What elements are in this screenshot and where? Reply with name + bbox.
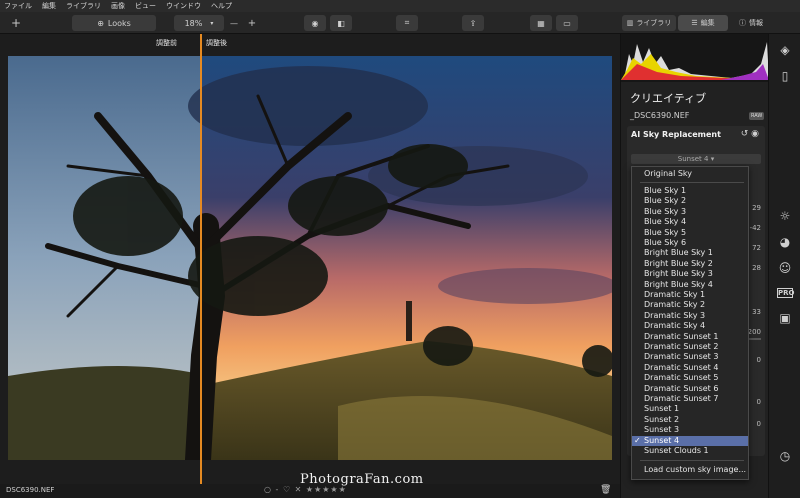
sky-select[interactable]: Sunset 4 ▾ xyxy=(631,154,761,164)
undo-icon[interactable]: ↺ xyxy=(741,129,749,139)
sky-option[interactable]: Bright Blue Sky 4 xyxy=(632,280,748,290)
sky-option-label: Sunset 4 xyxy=(644,435,680,445)
slider-track[interactable] xyxy=(747,338,761,340)
tab-edit[interactable]: ☰ 編集 xyxy=(678,15,728,31)
sky-option[interactable]: Dramatic Sunset 7 xyxy=(632,394,748,404)
sky-option[interactable]: Dramatic Sunset 5 xyxy=(632,373,748,383)
layers-icon[interactable]: ◈ xyxy=(777,42,793,58)
menu-view[interactable]: ビュー xyxy=(135,1,156,11)
sky-option[interactable]: Blue Sky 3 xyxy=(632,207,748,217)
tab-library[interactable]: ▥ ライブラリ xyxy=(622,15,676,31)
tab-library-label: ライブラリ xyxy=(636,19,672,27)
looks-button[interactable]: ⊕ Looks xyxy=(72,15,156,31)
raw-badge: RAW xyxy=(749,112,765,120)
grid-view-icon[interactable]: ▦ xyxy=(530,15,552,31)
sky-option[interactable]: Dramatic Sunset 2 xyxy=(632,342,748,352)
share-icon[interactable]: ⇪ xyxy=(462,15,484,31)
menu-separator xyxy=(640,182,744,183)
sky-option[interactable]: Blue Sky 2 xyxy=(632,196,748,206)
sky-option[interactable]: Blue Sky 6 xyxy=(632,238,748,248)
sun-icon[interactable]: ☼ xyxy=(777,208,793,224)
palette-icon[interactable]: ◕ xyxy=(777,234,793,250)
visibility-icon[interactable]: ◉ xyxy=(751,129,759,139)
load-custom-sky[interactable]: Load custom sky image... xyxy=(632,465,748,475)
sky-option[interactable]: Dramatic Sunset 3 xyxy=(632,352,748,362)
chevron-down-icon: ▾ xyxy=(710,155,715,163)
sky-option[interactable]: Sunset Clouds 1 xyxy=(632,446,748,456)
sliders-icon: ☰ xyxy=(691,19,698,27)
menu-image[interactable]: 画像 xyxy=(111,1,125,11)
pro-icon[interactable]: PRO xyxy=(777,288,794,298)
eye-icon[interactable]: ◉ xyxy=(304,15,326,31)
filename-label: DSC6390.NEF xyxy=(6,486,55,494)
photo-preview[interactable] xyxy=(8,56,612,460)
sky-option[interactable]: Dramatic Sky 1 xyxy=(632,290,748,300)
sky-option-selected[interactable]: ✓ Sunset 4 xyxy=(632,435,748,446)
toolbar: + ⊕ Looks 18% ▾ — + ◉ ◧ ⌗ ⇪ ▦ ▭ ▥ ライブラリ … xyxy=(0,12,800,34)
histogram xyxy=(621,34,769,82)
sky-dropdown-menu: Original Sky Blue Sky 1 Blue Sky 2 Blue … xyxy=(631,166,749,480)
sky-option[interactable]: Sunset 1 xyxy=(632,404,748,414)
library-icon: ▥ xyxy=(626,19,634,27)
checkmark-icon: ✓ xyxy=(634,435,641,445)
sky-option[interactable]: Original Sky xyxy=(632,169,748,179)
zoom-select[interactable]: 18% ▾ xyxy=(174,15,224,31)
clock-icon[interactable]: ◷ xyxy=(777,448,793,464)
face-icon[interactable]: ☺ xyxy=(777,260,793,276)
tab-edit-label: 編集 xyxy=(700,19,715,27)
sky-option[interactable]: Blue Sky 5 xyxy=(632,228,748,238)
briefcase-icon[interactable]: ▣ xyxy=(777,310,793,326)
sky-option[interactable]: Blue Sky 4 xyxy=(632,217,748,227)
menu-help[interactable]: ヘルプ xyxy=(211,1,232,11)
after-label: 調整後 xyxy=(206,39,227,47)
chevron-down-icon: ▾ xyxy=(210,19,214,27)
menu-bar: ファイル 編集 ライブラリ 画像 ビュー ウインドウ ヘルプ xyxy=(0,0,800,12)
panel-filename: _DSC6390.NEF xyxy=(630,111,690,120)
sky-option[interactable]: Sunset 3 xyxy=(632,425,748,435)
sky-option[interactable]: Dramatic Sunset 6 xyxy=(632,384,748,394)
tab-info[interactable]: ⓘ 情報 xyxy=(730,15,772,31)
zoom-value: 18% xyxy=(184,18,203,28)
menu-edit[interactable]: 編集 xyxy=(42,1,56,11)
tool-header-icons: ↺ ◉ xyxy=(741,129,759,139)
photo-image xyxy=(8,56,612,460)
single-view-icon[interactable]: ▭ xyxy=(556,15,578,31)
sky-option[interactable]: Bright Blue Sky 1 xyxy=(632,248,748,258)
tab-info-label: 情報 xyxy=(749,19,763,27)
compare-icon[interactable]: ▯ xyxy=(777,68,793,84)
sky-option[interactable]: Blue Sky 1 xyxy=(632,186,748,196)
sky-option[interactable]: Dramatic Sky 4 xyxy=(632,321,748,331)
looks-label: Looks xyxy=(107,18,131,28)
sky-option[interactable]: Bright Blue Sky 2 xyxy=(632,259,748,269)
tool-title: AI Sky Replacement xyxy=(631,130,721,139)
sky-option[interactable]: Dramatic Sky 2 xyxy=(632,300,748,310)
looks-icon: ⊕ xyxy=(97,18,104,28)
trash-icon[interactable]: 🗑 xyxy=(600,485,611,495)
watermark: PhotograFan.com xyxy=(300,472,424,487)
zoom-in-button[interactable]: + xyxy=(246,15,258,31)
menu-separator xyxy=(640,460,744,461)
sky-option[interactable]: Bright Blue Sky 3 xyxy=(632,269,748,279)
before-label: 調整前 xyxy=(156,39,177,47)
sky-option[interactable]: Sunset 2 xyxy=(632,415,748,425)
menu-library[interactable]: ライブラリ xyxy=(66,1,101,11)
canvas-area[interactable]: 調整前 調整後 xyxy=(0,34,620,484)
crop-icon[interactable]: ⌗ xyxy=(396,15,418,31)
menu-window[interactable]: ウインドウ xyxy=(166,1,201,11)
sky-select-value: Sunset 4 xyxy=(677,155,709,163)
compare-view-icon[interactable]: ◧ xyxy=(330,15,352,31)
zoom-out-button[interactable]: — xyxy=(228,15,240,31)
compare-divider-handle[interactable] xyxy=(200,34,202,484)
info-icon: ⓘ xyxy=(739,19,746,27)
panel-title: クリエイティブ xyxy=(630,92,707,105)
sky-option[interactable]: Dramatic Sunset 1 xyxy=(632,332,748,342)
tool-category-bar: ◈ ▯ ☼ ◕ ☺ PRO ▣ ◷ xyxy=(768,34,800,498)
add-button[interactable]: + xyxy=(8,15,24,31)
menu-file[interactable]: ファイル xyxy=(4,1,32,11)
sky-option[interactable]: Dramatic Sunset 4 xyxy=(632,363,748,373)
sky-option[interactable]: Dramatic Sky 3 xyxy=(632,311,748,321)
